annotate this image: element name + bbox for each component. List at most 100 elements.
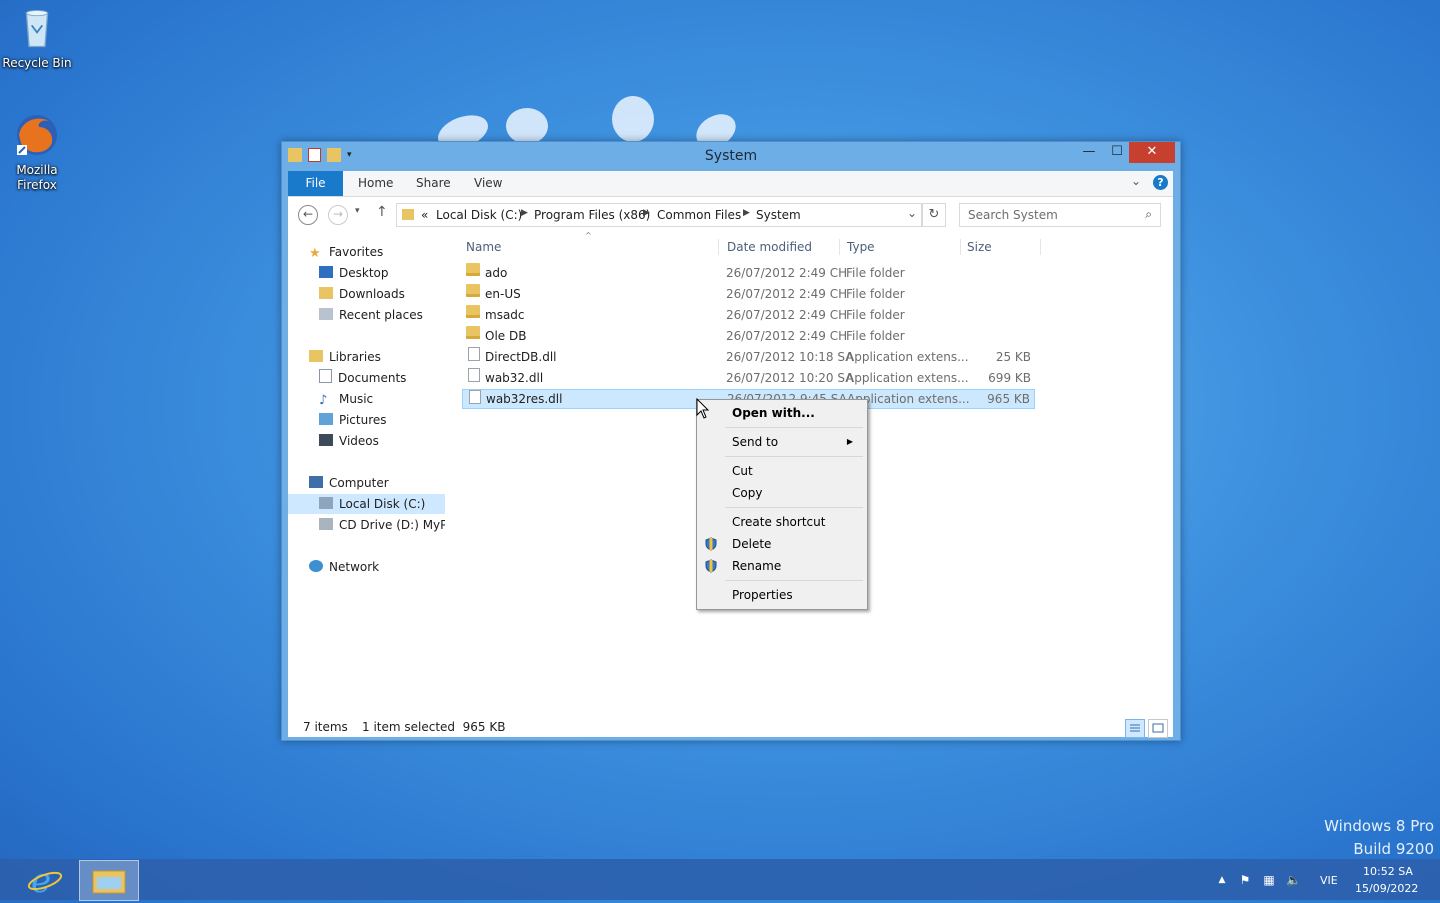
column-header-name[interactable]: Name [466,237,501,257]
tab-share[interactable]: Share [416,171,451,196]
breadcrumb-overflow[interactable]: « [421,208,428,222]
close-button[interactable]: ✕ [1129,142,1175,163]
tab-file[interactable]: File [288,171,343,196]
taskbar-internet-explorer[interactable]: e [17,860,75,901]
nav-music[interactable]: ♪ Music [319,389,373,409]
sort-indicator-icon: ^ [585,231,592,240]
desktop-icon-label: Recycle Bin [2,56,72,70]
column-divider[interactable] [1040,239,1041,255]
dll-file-icon [468,368,480,382]
refresh-button[interactable]: ↻ [922,203,946,227]
column-header-type[interactable]: Type [847,237,875,257]
breadcrumb-separator-icon[interactable]: ▶ [521,208,528,218]
file-name: ado [485,266,508,280]
recent-locations-icon[interactable]: ▾ [355,206,360,216]
breadcrumb-program-files[interactable]: Program Files (x86) [534,208,650,222]
column-header-size[interactable]: Size [967,237,992,257]
nav-label: Desktop [339,266,389,280]
taskbar-file-explorer[interactable] [79,860,139,901]
action-center-flag-icon[interactable]: ⚑ [1238,873,1252,887]
volume-muted-icon[interactable]: 🔈 [1286,873,1301,887]
nav-cd-drive[interactable]: CD Drive (D:) MyPal [319,515,445,535]
menu-item-rename[interactable]: Rename [699,555,863,577]
table-row[interactable]: msadc 26/07/2012 2:49 CH File folder [462,305,1035,325]
nav-pictures[interactable]: Pictures [319,410,387,430]
back-button[interactable]: ← [298,205,318,225]
search-box[interactable]: ⌕ [959,203,1161,227]
tab-home[interactable]: Home [358,171,393,196]
search-icon[interactable]: ⌕ [1145,207,1152,222]
up-button[interactable]: ↑ [376,204,388,220]
table-row[interactable]: wab32.dll 26/07/2012 10:20 SA Application … [462,368,1035,388]
nav-desktop[interactable]: Desktop [319,263,389,283]
menu-item-properties[interactable]: Properties [699,584,863,606]
menu-item-open-with[interactable]: Open with... [699,402,863,424]
address-bar[interactable]: « Local Disk (C:) ▶ Program Files (x86) … [396,203,922,227]
menu-item-label: Create shortcut [732,515,826,529]
title-bar[interactable]: ▾ System — ☐ ✕ [282,142,1180,171]
wallpaper-shape [612,96,654,142]
clock-time[interactable]: 10:52 SA [1363,865,1413,878]
table-row[interactable]: ado 26/07/2012 2:49 CH File folder [462,263,1035,283]
column-divider[interactable] [960,239,961,255]
menu-item-create-shortcut[interactable]: Create shortcut [699,511,863,533]
column-header-date[interactable]: Date modified [727,237,812,257]
network-status-icon[interactable]: ▦ [1262,873,1276,887]
minimize-button[interactable]: — [1075,142,1103,163]
breadcrumb-common-files[interactable]: Common Files [657,208,741,222]
nav-network[interactable]: Network [309,557,379,577]
breadcrumb-system[interactable]: System [756,208,801,222]
expand-ribbon-icon[interactable]: ⌄ [1131,174,1141,188]
breadcrumb-separator-icon[interactable]: ▶ [743,208,750,218]
maximize-button[interactable]: ☐ [1103,142,1131,163]
desktop-icon-firefox[interactable]: Mozilla Firefox [1,113,73,193]
clock-date[interactable]: 15/09/2022 [1355,882,1418,895]
large-icons-view-button[interactable] [1148,719,1168,738]
menu-item-delete[interactable]: Delete [699,533,863,555]
nav-label: Downloads [339,287,405,301]
file-name: en-US [485,287,521,301]
nav-libraries[interactable]: Libraries [309,347,381,367]
breadcrumb-local-disk[interactable]: Local Disk (C:) [436,208,522,222]
file-name: Ole DB [485,329,527,343]
column-divider[interactable] [718,239,719,255]
nav-local-disk[interactable]: Local Disk (C:) [288,494,445,514]
details-view-icon [1130,724,1140,732]
table-row[interactable]: en-US 26/07/2012 2:49 CH File folder [462,284,1035,304]
desktop-icon-recycle-bin[interactable]: Recycle Bin [1,6,73,71]
nav-videos[interactable]: Videos [319,431,379,451]
help-button[interactable]: ? [1153,175,1168,190]
file-size: 25 KB [995,350,1031,364]
menu-separator [725,456,863,457]
details-view-button[interactable] [1125,719,1145,738]
nav-label: Libraries [329,350,381,364]
recent-places-icon [319,308,333,320]
mouse-cursor-icon [696,398,710,419]
file-name: wab32res.dll [486,392,563,406]
nav-recent-places[interactable]: Recent places [319,305,423,325]
menu-item-cut[interactable]: Cut [699,460,863,482]
forward-button[interactable]: → [328,205,348,225]
nav-documents[interactable]: Documents [319,368,406,388]
file-type: File folder [846,287,905,301]
documents-icon [319,369,332,383]
nav-label: Local Disk (C:) [339,497,426,511]
nav-downloads[interactable]: Downloads [319,284,405,304]
address-dropdown-icon[interactable]: ⌄ [907,206,917,220]
dll-file-icon [468,347,480,361]
window-title: System [704,148,758,164]
table-row[interactable]: Ole DB 26/07/2012 2:49 CH File folder [462,326,1035,346]
menu-item-copy[interactable]: Copy [699,482,863,504]
menu-item-send-to[interactable]: Send to ▶ [699,431,863,453]
show-hidden-icons-icon[interactable]: ▲ [1215,873,1229,887]
column-divider[interactable] [839,239,840,255]
nav-favorites[interactable]: ★ Favorites [309,242,383,262]
tab-view[interactable]: View [474,171,502,196]
search-input[interactable] [966,207,1140,223]
cd-drive-icon [319,518,333,530]
breadcrumb-separator-icon[interactable]: ▶ [643,208,650,218]
input-language[interactable]: VIE [1320,874,1338,887]
folder-icon [466,305,480,318]
table-row[interactable]: DirectDB.dll 26/07/2012 10:18 SA Applicati… [462,347,1035,367]
nav-computer[interactable]: Computer [309,473,389,493]
